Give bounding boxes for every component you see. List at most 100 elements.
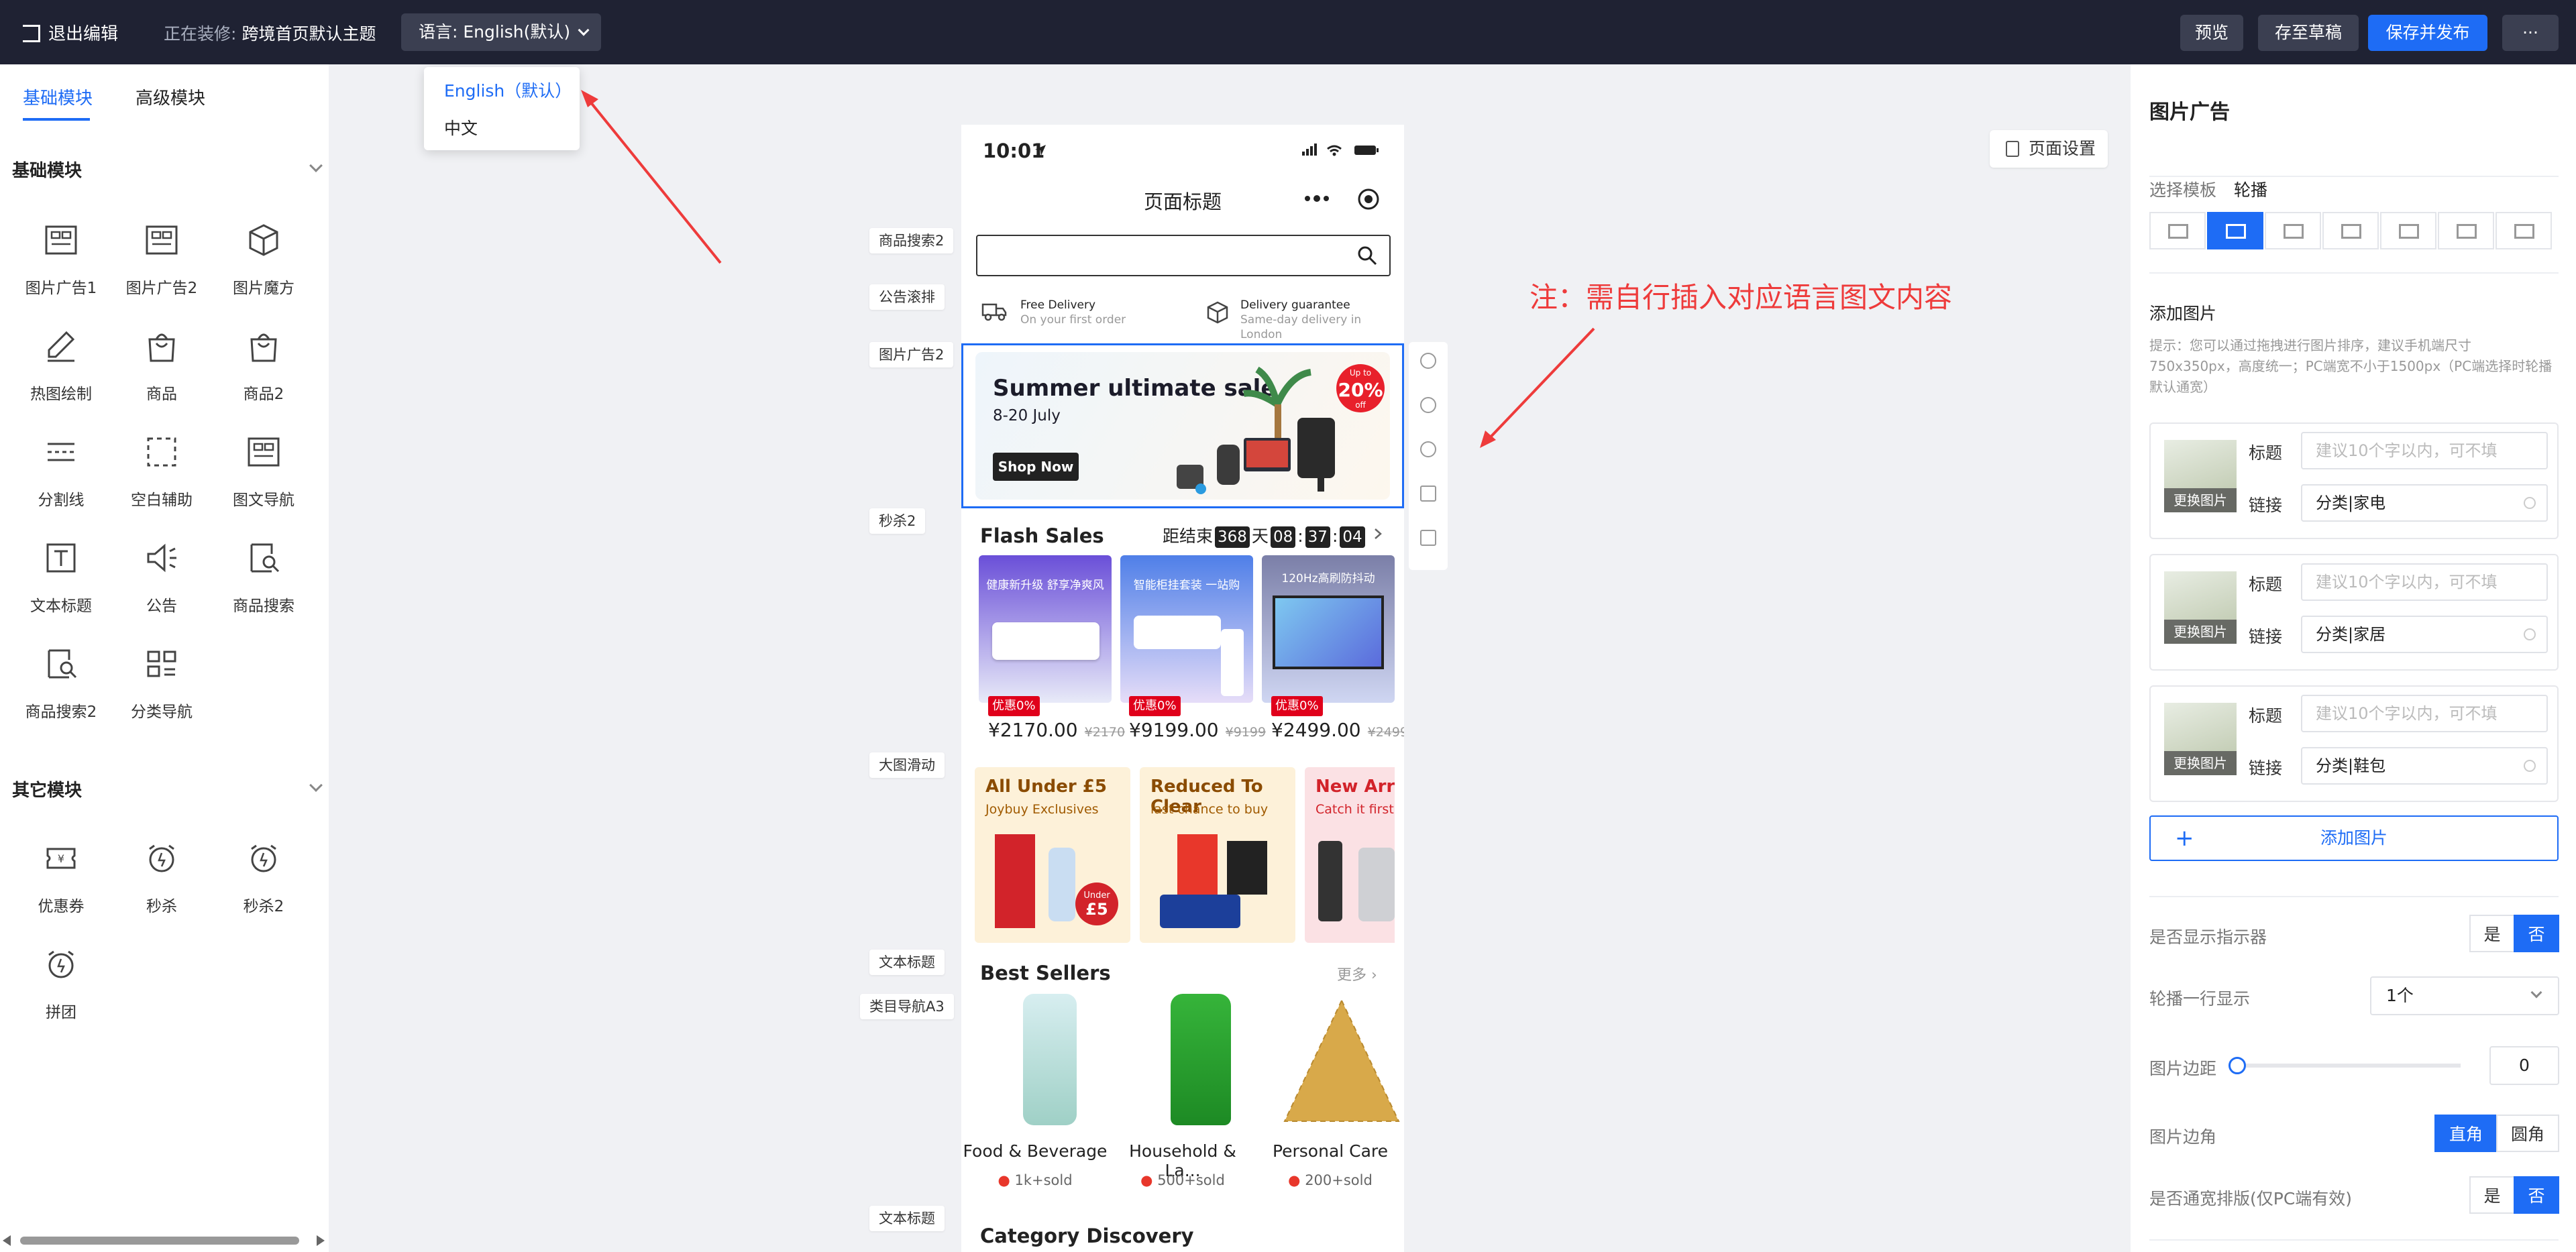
scroll-thumb[interactable] bbox=[20, 1237, 299, 1245]
slide-card[interactable]: Reduced To Clear last chance to buy bbox=[1140, 767, 1295, 943]
more-link[interactable]: 更多 › bbox=[1337, 963, 1377, 984]
module-divider[interactable]: 分割线 bbox=[11, 433, 111, 527]
replace-image-button[interactable]: 更换图片 bbox=[2164, 488, 2237, 512]
chevron-down-icon[interactable] bbox=[309, 779, 323, 792]
horizontal-scrollbar[interactable] bbox=[0, 1233, 329, 1249]
component-tag[interactable]: 商品搜索2 bbox=[869, 228, 954, 253]
flash-product-card[interactable]: 120Hz高刷防抖动 bbox=[1262, 555, 1395, 703]
preview-button[interactable]: 预览 bbox=[2180, 15, 2243, 51]
title-input[interactable]: 建议10个字以内，可不填 bbox=[2301, 563, 2548, 601]
shop-now-button[interactable]: Shop Now bbox=[993, 453, 1079, 481]
chevron-right-icon[interactable] bbox=[1373, 527, 1383, 540]
component-tag[interactable]: 公告滚排 bbox=[869, 284, 945, 310]
exit-edit-button[interactable]: 退出编辑 bbox=[23, 20, 118, 45]
target-icon[interactable] bbox=[1357, 188, 1380, 211]
margin-input[interactable]: 0 bbox=[2489, 1046, 2559, 1085]
link-input[interactable]: 分类|家电 bbox=[2301, 484, 2548, 522]
save-draft-button[interactable]: 存至草稿 bbox=[2258, 15, 2359, 51]
template-option-5[interactable] bbox=[2380, 212, 2436, 249]
selected-banner-component[interactable]: Summer ultimate sale 8-20 July Shop Now … bbox=[961, 343, 1404, 508]
tab-advanced-modules[interactable]: 高级模块 bbox=[136, 84, 205, 109]
component-tag[interactable]: 大图滑动 bbox=[869, 752, 945, 778]
visibility-icon[interactable] bbox=[1420, 441, 1436, 457]
title-input[interactable]: 建议10个字以内，可不填 bbox=[2301, 432, 2548, 469]
slide-card[interactable]: All Under £5 Joybuy Exclusives Under £5 bbox=[975, 767, 1130, 943]
section-basic-modules[interactable]: 基础模块 bbox=[12, 157, 82, 182]
image-thumbnail[interactable]: 更换图片 bbox=[2164, 703, 2237, 775]
save-publish-button[interactable]: 保存并发布 bbox=[2368, 15, 2487, 51]
full-width-no[interactable]: 否 bbox=[2514, 1176, 2559, 1214]
component-tag[interactable]: 类目导航A3 bbox=[860, 994, 954, 1019]
image-thumbnail[interactable]: 更换图片 bbox=[2164, 440, 2237, 512]
indicator-yes[interactable]: 是 bbox=[2469, 915, 2515, 952]
module-image-ad-2[interactable]: 图片广告2 bbox=[111, 221, 212, 315]
template-option-6[interactable] bbox=[2438, 212, 2494, 249]
module-announcement[interactable]: 公告 bbox=[111, 539, 212, 633]
best-seller-image[interactable] bbox=[989, 994, 1117, 1128]
module-image-cube[interactable]: 图片魔方 bbox=[213, 221, 314, 315]
scroll-right-icon[interactable] bbox=[315, 1235, 325, 1246]
template-option-4[interactable] bbox=[2322, 212, 2379, 249]
clear-icon[interactable] bbox=[2524, 628, 2536, 640]
tab-basic-modules[interactable]: 基础模块 bbox=[23, 84, 93, 109]
location-arrow-icon bbox=[1035, 145, 1046, 156]
link-input[interactable]: 分类|家居 bbox=[2301, 616, 2548, 653]
module-image-text-nav[interactable]: 图文导航 bbox=[213, 433, 314, 527]
component-tag[interactable]: 文本标题 bbox=[869, 950, 945, 975]
template-option-1[interactable] bbox=[2149, 212, 2206, 249]
panel-title: 图片广告 bbox=[2149, 101, 2230, 124]
template-option-7[interactable] bbox=[2496, 212, 2552, 249]
module-product-2[interactable]: 商品2 bbox=[213, 327, 314, 421]
clear-icon[interactable] bbox=[2524, 760, 2536, 772]
image-thumbnail[interactable]: 更换图片 bbox=[2164, 571, 2237, 644]
template-option-carousel[interactable] bbox=[2207, 212, 2263, 249]
component-tag[interactable]: 图片广告2 bbox=[869, 342, 954, 367]
corner-round[interactable]: 圆角 bbox=[2496, 1115, 2559, 1152]
best-seller-image[interactable] bbox=[1278, 994, 1404, 1128]
title-input[interactable]: 建议10个字以内，可不填 bbox=[2301, 695, 2548, 732]
copy-icon[interactable] bbox=[1420, 486, 1436, 502]
module-coupon[interactable]: ¥ 优惠券 bbox=[11, 840, 111, 933]
module-flash-sale-2[interactable]: 秒杀2 bbox=[213, 840, 314, 933]
scroll-left-icon[interactable] bbox=[3, 1235, 12, 1246]
delete-icon[interactable] bbox=[1420, 530, 1436, 546]
module-group-buy[interactable]: 拼团 bbox=[11, 946, 111, 1039]
module-category-nav[interactable]: 分类导航 bbox=[111, 645, 212, 739]
component-tag[interactable]: 文本标题 bbox=[869, 1206, 945, 1231]
full-width-yes[interactable]: 是 bbox=[2469, 1176, 2515, 1214]
replace-image-button[interactable]: 更换图片 bbox=[2164, 751, 2237, 775]
section-other-modules[interactable]: 其它模块 bbox=[12, 777, 82, 801]
module-blank-spacer[interactable]: 空白辅助 bbox=[111, 433, 212, 527]
more-dots-icon[interactable] bbox=[1303, 193, 1330, 204]
link-input[interactable]: 分类|鞋包 bbox=[2301, 747, 2548, 785]
module-text-title[interactable]: 文本标题 bbox=[11, 539, 111, 633]
module-product[interactable]: 商品 bbox=[111, 327, 212, 421]
slider-handle[interactable] bbox=[2229, 1057, 2246, 1074]
move-down-icon[interactable] bbox=[1420, 397, 1436, 413]
add-image-button[interactable]: + 添加图片 bbox=[2149, 815, 2559, 861]
template-option-3[interactable] bbox=[2265, 212, 2321, 249]
move-up-icon[interactable] bbox=[1420, 353, 1436, 369]
flash-product-card[interactable]: 智能柜挂套装 一站购 bbox=[1120, 555, 1253, 703]
banner-image[interactable]: Summer ultimate sale 8-20 July Shop Now … bbox=[975, 352, 1390, 500]
clear-icon[interactable] bbox=[2524, 497, 2536, 509]
module-product-search-2[interactable]: 商品搜索2 bbox=[11, 645, 111, 739]
search-bar[interactable] bbox=[976, 235, 1391, 276]
component-tag[interactable]: 秒杀2 bbox=[869, 508, 926, 534]
best-seller-image[interactable] bbox=[1137, 994, 1265, 1128]
per-row-select[interactable]: 1个 bbox=[2370, 976, 2559, 1015]
indicator-no[interactable]: 否 bbox=[2514, 915, 2559, 952]
more-menu-button[interactable]: ··· bbox=[2502, 15, 2559, 51]
corner-square[interactable]: 直角 bbox=[2434, 1115, 2498, 1152]
flash-product-card[interactable]: 健康新升级 舒享净爽风 bbox=[979, 555, 1112, 703]
module-product-search[interactable]: 商品搜索 bbox=[213, 539, 314, 633]
margin-slider[interactable] bbox=[2229, 1057, 2461, 1074]
module-image-ad-1[interactable]: 图片广告1 bbox=[11, 221, 111, 315]
chevron-down-icon[interactable] bbox=[309, 159, 323, 172]
module-flash-sale[interactable]: 秒杀 bbox=[111, 840, 212, 933]
module-hotspot-drawing[interactable]: 热图绘制 bbox=[11, 327, 111, 421]
replace-image-button[interactable]: 更换图片 bbox=[2164, 620, 2237, 644]
page-settings-button[interactable]: 页面设置 bbox=[1990, 130, 2108, 168]
language-select[interactable]: 语言: English(默认) bbox=[401, 13, 601, 51]
slide-card[interactable]: New Arri Catch it first bbox=[1305, 767, 1395, 943]
